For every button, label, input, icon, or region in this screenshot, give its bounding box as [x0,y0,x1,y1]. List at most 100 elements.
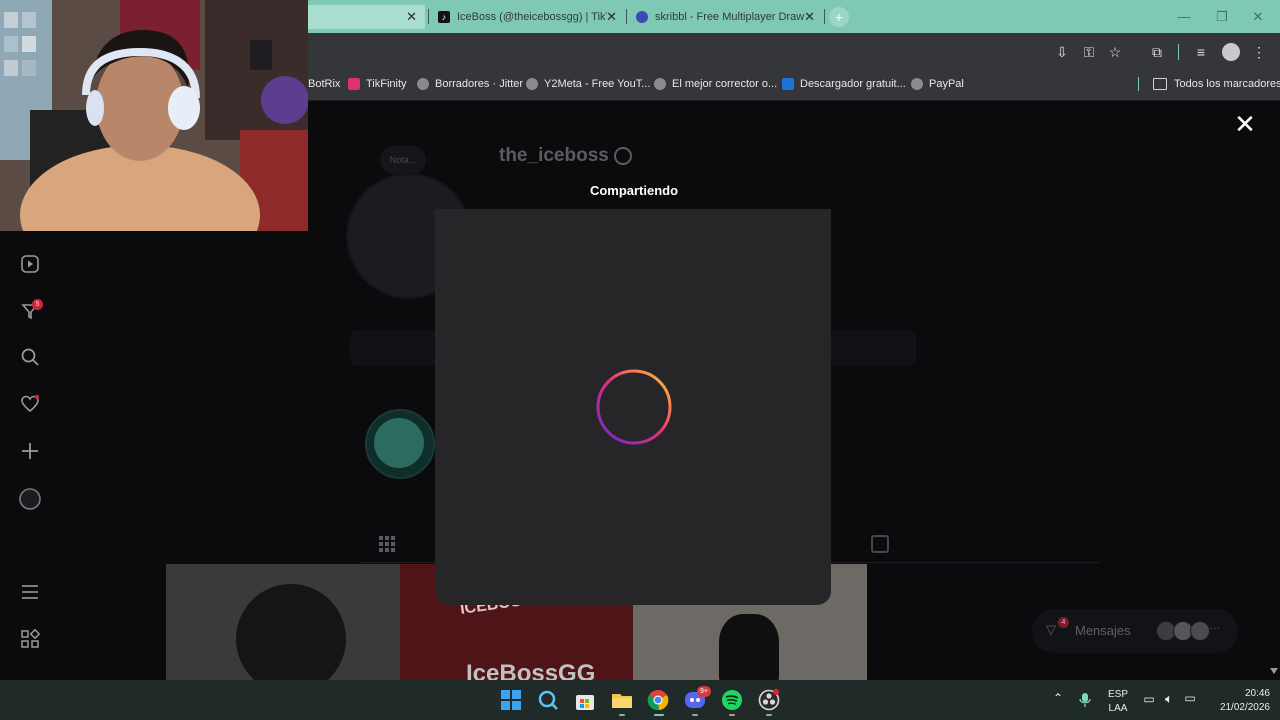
bookmark-item[interactable]: Descargador gratuit... [782,76,906,92]
bookmarks-divider [1138,77,1139,91]
microphone-icon[interactable] [1078,692,1092,711]
bookmark-item[interactable]: Borradores · Jitter [417,76,523,92]
battery-icon[interactable]: ▭ [1181,691,1199,705]
bookmark-label: TikFinity [366,78,407,90]
keyboard-layout: LAA [1108,703,1128,714]
running-indicator [766,714,772,716]
messages-label: Mensajes [1075,623,1131,638]
more-menu-icon[interactable]: ⋮ [1250,43,1268,61]
highlight-cover [374,418,424,468]
profile-username: the_iceboss [499,145,609,166]
globe-icon [654,78,666,90]
more-avatars-dots: ··· [1210,623,1220,634]
folder-icon [1153,78,1167,90]
chrome-icon[interactable] [647,689,669,711]
language-code: ESP [1107,689,1128,700]
infinity-icon [782,78,794,90]
network-icon[interactable]: ▭ [1141,692,1157,706]
post-image [236,584,346,680]
minimize-icon[interactable]: — [1166,5,1202,29]
close-tab-icon[interactable]: ✕ [804,9,815,25]
bookmark-label: Y2Meta - Free YouT... [544,78,651,90]
bookmark-label: Borradores · Jitter [435,78,524,90]
browser-tab-1[interactable]: ✕ [300,5,425,29]
toolbar-divider [1178,44,1179,60]
language-indicator[interactable]: ESP LAA [1104,689,1132,714]
spotify-icon[interactable] [721,689,743,711]
restore-icon[interactable]: ❐ [1204,5,1240,29]
post-image [719,614,779,680]
tab-title: IceBoss (@theicebossgg) | TikTo [457,11,607,23]
modal-close-button[interactable]: ✕ [1233,111,1257,137]
scroll-down-arrow[interactable] [1270,668,1278,674]
running-indicator [729,714,735,716]
show-hidden-icons-chevron[interactable]: ⌃ [1051,691,1065,705]
globe-icon [911,78,923,90]
running-indicator [692,714,698,716]
all-bookmarks-button[interactable]: Todos los marcadores [1153,76,1280,92]
browser-tab-tiktok[interactable]: ♪ IceBoss (@theicebossgg) | TikTo ✕ [430,5,625,29]
media-controls-icon[interactable]: ≡ [1192,43,1210,61]
message-avatar [1190,621,1210,641]
bookmark-item[interactable]: El mejor corrector o... [654,76,777,92]
bookmark-item[interactable]: PayPal [911,76,964,92]
tab-separator [428,9,429,24]
running-indicator [619,714,625,716]
active-indicator [654,714,664,716]
heart-icon[interactable] [19,394,41,416]
webcam-image [0,0,308,231]
bookmark-item[interactable]: BotRix [308,76,340,92]
more-apps-icon[interactable] [19,628,41,651]
close-tab-icon[interactable]: ✕ [406,9,417,25]
microsoft-store-icon[interactable] [574,689,596,711]
file-explorer-icon[interactable] [611,689,633,711]
tab-title: skribbl - Free Multiplayer Draw [655,11,805,23]
search-icon[interactable] [19,347,41,369]
close-tab-icon[interactable]: ✕ [606,9,617,25]
tikfinity-icon [348,78,360,90]
bookmark-item[interactable]: TikFinity [348,76,407,92]
volume-icon[interactable]: 🔈︎ [1161,691,1177,707]
password-key-icon[interactable]: ⚿ [1080,43,1098,61]
tagged-posts-icon[interactable] [871,535,889,553]
profile-avatar-icon[interactable] [1222,43,1240,61]
globe-icon [417,78,429,90]
modal-title: Compartiendo [589,183,679,198]
post-overlay-text: IceBossGG [466,660,596,680]
extensions-puzzle-icon[interactable]: ⧉ [1148,43,1166,61]
notification-badge: 5 [32,299,43,310]
bookmark-item[interactable]: Y2Meta - Free YouT... [526,76,650,92]
globe-icon [526,78,538,90]
browser-tab-skribbl[interactable]: skribbl - Free Multiplayer Draw ✕ [628,5,823,29]
hamburger-menu-icon[interactable] [19,582,41,604]
webcam-overlay [0,0,308,231]
bookmark-label: PayPal [929,78,964,90]
post-thumbnail[interactable] [166,564,400,680]
bookmark-label: Descargador gratuit... [800,78,906,90]
tiktok-icon: ♪ [438,11,450,23]
bookmark-label: El mejor corrector o... [672,78,778,90]
clock[interactable]: 20:46 21/02/2026 [1208,688,1270,713]
tab-separator [626,9,627,24]
bookmark-star-icon[interactable]: ☆ [1106,43,1124,61]
posts-grid-icon[interactable] [378,535,396,553]
settings-gear-icon[interactable] [614,147,632,165]
new-tab-button[interactable]: + [829,7,849,27]
clock-time: 20:46 [1244,688,1270,699]
clock-date: 21/02/2026 [1219,702,1270,713]
window-close-icon[interactable]: ✕ [1240,5,1276,29]
create-plus-icon[interactable] [19,441,41,463]
tab-separator [824,9,825,24]
obs-icon[interactable] [758,689,780,711]
search-icon[interactable] [537,689,559,711]
profile-avatar-icon[interactable] [19,488,41,510]
skribbl-icon [636,11,648,23]
profile-note[interactable]: Nota... [380,146,426,174]
loading-spinner [596,369,672,445]
install-app-icon[interactable]: ⇩ [1053,43,1071,61]
reels-icon[interactable] [19,254,41,276]
all-bookmarks-label: Todos los marcadores [1174,78,1280,90]
discord-badge: 9+ [697,686,711,697]
bookmark-label: BotRix [308,78,341,90]
windows-start-icon[interactable] [500,689,522,711]
